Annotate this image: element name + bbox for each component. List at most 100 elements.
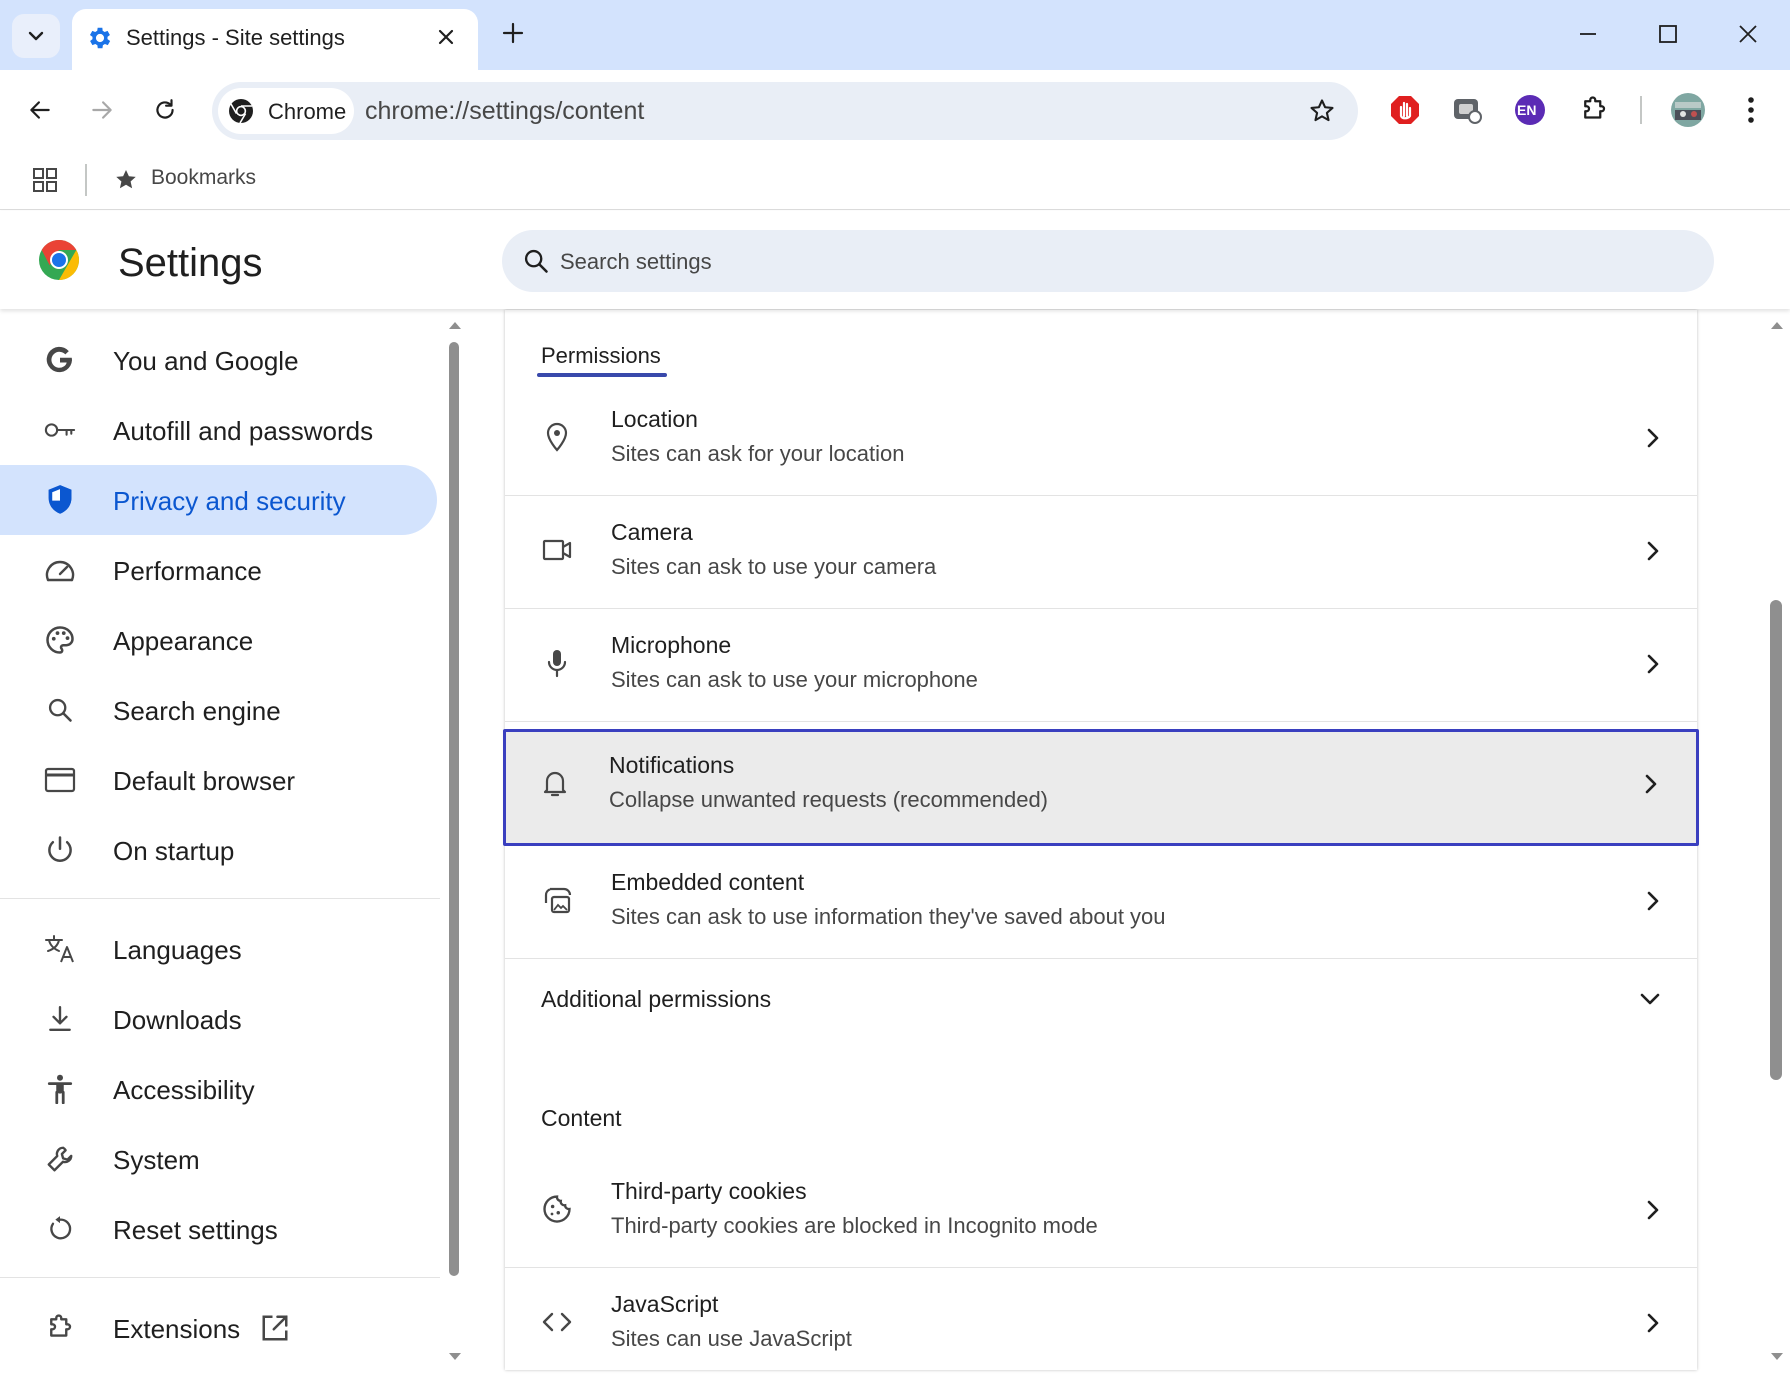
star-icon bbox=[114, 168, 138, 192]
sidebar-scroll-thumb[interactable] bbox=[449, 342, 459, 1276]
maximize-button[interactable] bbox=[1648, 14, 1688, 54]
search-icon bbox=[44, 694, 76, 726]
permission-row-microphone[interactable]: Microphone Sites can ask to use your mic… bbox=[505, 609, 1697, 722]
chevron-right-icon bbox=[1641, 651, 1665, 677]
location-pin-icon bbox=[541, 421, 573, 453]
main-scroll-thumb[interactable] bbox=[1770, 600, 1782, 1080]
settings-header: Settings bbox=[0, 211, 1790, 309]
profile-avatar-button[interactable] bbox=[1668, 90, 1708, 130]
puzzle-icon bbox=[1584, 96, 1606, 119]
scroll-up-arrow-icon[interactable] bbox=[448, 320, 462, 330]
extensions-menu-button[interactable] bbox=[1574, 90, 1614, 130]
google-g-icon bbox=[44, 344, 76, 376]
sidebar-item-default-browser[interactable]: Default browser bbox=[0, 745, 437, 815]
new-tab-button[interactable] bbox=[496, 16, 530, 50]
bell-icon bbox=[539, 767, 571, 799]
sidebar-item-performance[interactable]: Performance bbox=[0, 535, 437, 605]
chevron-right-icon bbox=[1641, 425, 1665, 451]
tab-search-button[interactable] bbox=[12, 14, 60, 58]
address-bar[interactable]: Chrome chrome://settings/content bbox=[212, 82, 1358, 140]
window-close-button[interactable] bbox=[1728, 14, 1768, 54]
sidebar-item-reset-settings[interactable]: Reset settings bbox=[0, 1194, 437, 1264]
active-tab[interactable]: Settings - Site settings bbox=[72, 9, 478, 70]
sidebar-divider bbox=[0, 1277, 440, 1278]
permission-row-notifications[interactable]: Notifications Collapse unwanted requests… bbox=[503, 729, 1699, 846]
adblock-hand-icon bbox=[1391, 96, 1419, 124]
bookmark-star-button[interactable] bbox=[1302, 91, 1342, 131]
adblock-extension-button[interactable] bbox=[1385, 90, 1425, 130]
site-info-chip[interactable]: Chrome bbox=[218, 88, 354, 134]
back-button[interactable] bbox=[20, 90, 60, 130]
wrench-icon bbox=[44, 1143, 76, 1175]
bookmarks-folder[interactable]: Bookmarks bbox=[112, 152, 262, 210]
chevron-right-icon bbox=[1641, 538, 1665, 564]
tab-title: Settings - Site settings bbox=[126, 25, 345, 50]
forward-button[interactable] bbox=[82, 90, 122, 130]
scroll-down-arrow-icon[interactable] bbox=[1770, 1352, 1784, 1362]
sidebar-item-downloads[interactable]: Downloads bbox=[0, 984, 437, 1054]
reload-button[interactable] bbox=[145, 90, 185, 130]
screen-capture-extension-button[interactable] bbox=[1447, 90, 1487, 130]
chrome-chip-label: Chrome bbox=[268, 99, 347, 124]
chevron-right-icon bbox=[1639, 771, 1663, 797]
sidebar-item-autofill[interactable]: Autofill and passwords bbox=[0, 395, 437, 465]
chrome-menu-button[interactable] bbox=[1731, 90, 1771, 130]
palette-icon bbox=[44, 624, 76, 656]
sidebar-item-on-startup[interactable]: On startup bbox=[0, 815, 437, 885]
download-icon bbox=[44, 1003, 76, 1035]
scroll-up-arrow-icon[interactable] bbox=[1770, 320, 1784, 330]
permission-row-embedded-content[interactable]: Embedded content Sites can ask to use in… bbox=[505, 846, 1697, 959]
content-row-third-party-cookies[interactable]: Third-party cookies Third-party cookies … bbox=[505, 1155, 1697, 1268]
permissions-heading: Permissions bbox=[541, 343, 661, 368]
page-title: Settings bbox=[118, 241, 263, 285]
sidebar-item-languages[interactable]: Languages bbox=[0, 914, 437, 984]
back-arrow-icon bbox=[30, 101, 50, 119]
language-extension-button[interactable]: EN bbox=[1510, 90, 1550, 130]
chevron-right-icon bbox=[1641, 1310, 1665, 1336]
scroll-down-arrow-icon[interactable] bbox=[448, 1352, 462, 1362]
chrome-logo-icon bbox=[228, 98, 254, 124]
code-icon bbox=[541, 1306, 573, 1338]
main-scrollbar[interactable] bbox=[1768, 310, 1790, 1370]
chevron-down-icon bbox=[28, 31, 44, 41]
open-in-new-icon bbox=[260, 1313, 290, 1343]
minimize-icon bbox=[1580, 33, 1596, 35]
sidebar-item-you-and-google[interactable]: You and Google bbox=[0, 325, 437, 395]
settings-search-box[interactable] bbox=[502, 230, 1714, 292]
additional-permissions-expander[interactable]: Additional permissions bbox=[505, 960, 1697, 1036]
key-icon bbox=[44, 414, 76, 446]
permission-row-camera[interactable]: Camera Sites can ask to use your camera bbox=[505, 496, 1697, 609]
sidebar-item-system[interactable]: System bbox=[0, 1124, 437, 1194]
bookmarks-label: Bookmarks bbox=[151, 166, 257, 189]
additional-permissions-label: Additional permissions bbox=[541, 986, 772, 1012]
tab-strip: Settings - Site settings bbox=[0, 0, 1790, 70]
browser-window-icon bbox=[44, 764, 76, 796]
sidebar-divider bbox=[0, 898, 440, 899]
permission-row-location[interactable]: Location Sites can ask for your location bbox=[505, 383, 1697, 496]
content-heading: Content bbox=[541, 1105, 622, 1131]
camera-icon bbox=[541, 534, 573, 566]
microphone-icon bbox=[541, 647, 573, 679]
settings-sidebar: You and Google Autofill and passwords Pr… bbox=[0, 310, 440, 1370]
url-text[interactable]: chrome://settings/content bbox=[365, 97, 644, 126]
sidebar-item-search-engine[interactable]: Search engine bbox=[0, 675, 437, 745]
sidebar-item-privacy[interactable]: Privacy and security bbox=[0, 465, 437, 535]
close-icon bbox=[438, 29, 454, 45]
sidebar-item-appearance[interactable]: Appearance bbox=[0, 605, 437, 675]
sidebar-item-accessibility[interactable]: Accessibility bbox=[0, 1054, 437, 1124]
search-input[interactable] bbox=[560, 247, 1560, 277]
search-icon bbox=[522, 247, 550, 275]
content-row-javascript[interactable]: JavaScript Sites can use JavaScript bbox=[505, 1268, 1697, 1381]
puzzle-icon bbox=[44, 1312, 76, 1344]
screen-capture-icon bbox=[1454, 99, 1482, 124]
power-icon bbox=[44, 834, 76, 866]
cookie-icon bbox=[541, 1193, 573, 1225]
apps-grid-icon[interactable] bbox=[32, 167, 58, 193]
sidebar-item-extensions[interactable]: Extensions bbox=[0, 1293, 437, 1363]
minimize-button[interactable] bbox=[1568, 14, 1608, 54]
bookmarks-bar: Bookmarks bbox=[0, 152, 1790, 210]
close-icon bbox=[1739, 25, 1757, 43]
tab-close-button[interactable] bbox=[432, 23, 460, 51]
plus-icon bbox=[502, 22, 524, 44]
sidebar-scrollbar[interactable] bbox=[445, 310, 463, 1370]
